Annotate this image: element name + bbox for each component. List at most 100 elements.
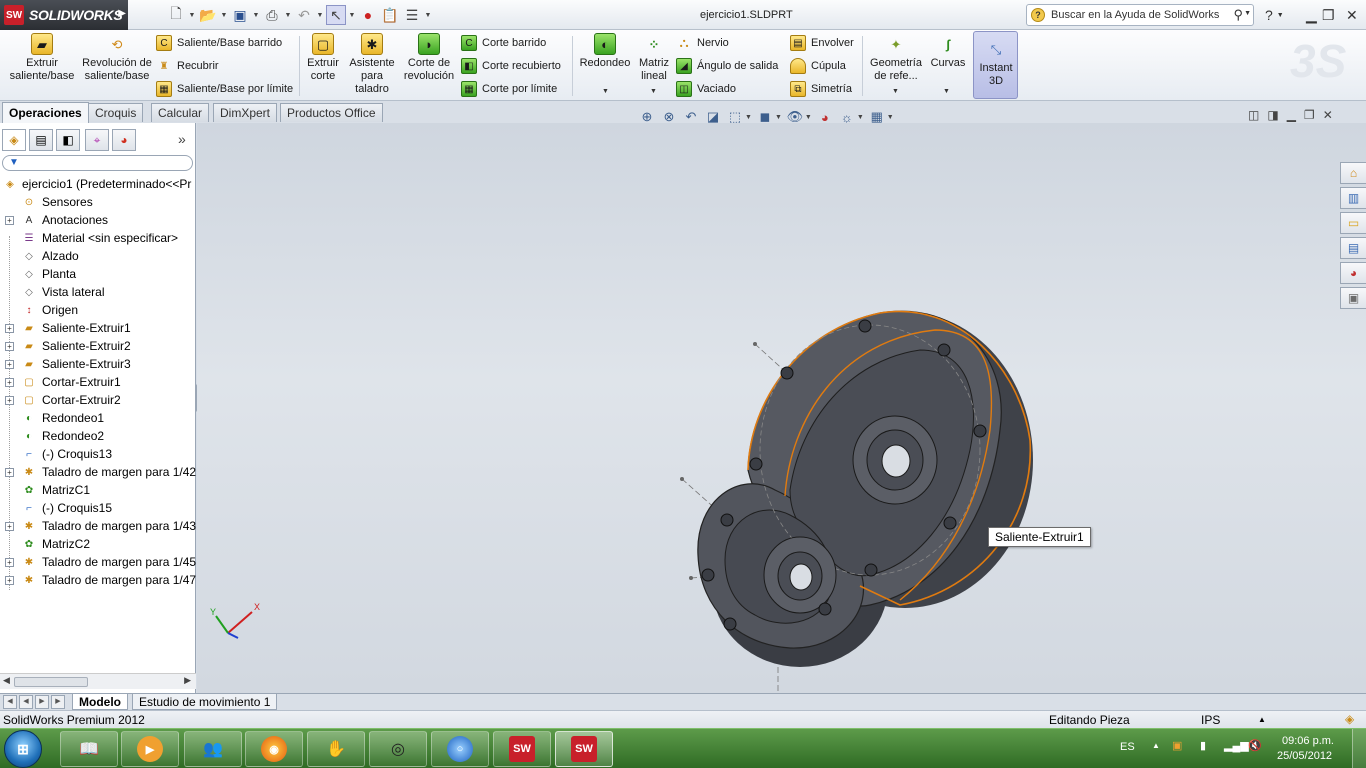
tree-item[interactable]: ↕ Origen [0, 301, 196, 319]
tab-modelo[interactable]: Modelo [72, 694, 128, 710]
open-folder-icon[interactable]: 📂 [198, 5, 218, 25]
bolt-hole[interactable] [943, 516, 957, 530]
bolt-hole[interactable] [780, 366, 794, 380]
tile-vertical-icon[interactable]: ◨ [1267, 108, 1278, 122]
tab-calcular[interactable]: Calcular [151, 103, 210, 122]
loft-boss-button[interactable]: ♜ Recubrir [156, 56, 219, 76]
taskbar-app-google-earth[interactable]: ○ [431, 731, 489, 767]
swept-boss-button[interactable]: C Saliente/Base barrido [156, 33, 282, 53]
chevron-down-icon[interactable]: ▼ [188, 12, 196, 19]
design-library-icon[interactable]: ▥ [1340, 187, 1366, 209]
scroll-thumb[interactable] [14, 677, 88, 687]
tree-item[interactable]: + ✱ Taladro de margen para 1/43 [0, 517, 196, 535]
tree-item[interactable]: + A Anotaciones [0, 211, 196, 229]
chevron-up-icon[interactable]: ▲ [1152, 741, 1160, 750]
scroll-left-icon[interactable]: ◀ [3, 675, 10, 686]
swept-cut-button[interactable]: C Corte barrido [461, 33, 546, 53]
zoom-to-fit-icon[interactable]: ⊕ [638, 108, 656, 126]
tree-item[interactable]: ◇ Planta [0, 265, 196, 283]
taskbar-app-disc[interactable]: ◎ [369, 731, 427, 767]
tree-item[interactable]: + ✱ Taladro de margen para 1/42 [0, 463, 196, 481]
view-settings-icon[interactable]: ▦ [868, 108, 886, 126]
select-pointer-icon[interactable]: ↖ [326, 5, 346, 25]
rib-button[interactable]: ⛬ Nervio [676, 33, 728, 53]
hole-wizard-button[interactable]: ✱ Asistente para taladro [346, 33, 398, 96]
taskbar-app-solidworks-2[interactable]: SW [555, 731, 613, 767]
chevron-down-icon[interactable]: ▼ [252, 12, 260, 19]
curves-button[interactable]: ʃ Curvas [928, 33, 968, 70]
expand-panel-icon[interactable]: » [178, 131, 186, 147]
taskbar-app-book[interactable]: 📖 [60, 731, 118, 767]
reference-geometry-button[interactable]: ✦ Geometría de refe... [868, 33, 924, 83]
expand-icon[interactable]: + [5, 395, 14, 405]
expand-icon[interactable]: + [5, 521, 14, 531]
bolt-hole[interactable] [864, 563, 878, 577]
view-palette-icon[interactable]: ▤ [1340, 237, 1366, 259]
tab-operaciones[interactable]: Operaciones [2, 102, 89, 123]
taskbar-app-solidworks-1[interactable]: SW [493, 731, 551, 767]
start-button-icon[interactable]: ⊞ [4, 730, 42, 768]
model-view[interactable]: X Y [197, 123, 1366, 693]
tree-item[interactable]: + ▰ Saliente-Extruir1 [0, 319, 196, 337]
tree-item[interactable]: ◇ Alzado [0, 247, 196, 265]
tree-item[interactable]: ◐ Redondeo2 [0, 427, 196, 445]
bolt-hole[interactable] [818, 602, 832, 616]
tree-item[interactable]: ⌐ (-) Croquis13 [0, 445, 196, 463]
property-manager-tab-icon[interactable]: ▤ [29, 129, 53, 151]
tile-horizontal-icon[interactable]: ◫ [1248, 108, 1259, 122]
scroll-right-icon[interactable]: ▶ [184, 675, 191, 686]
chevron-down-icon[interactable]: ▼ [348, 12, 356, 19]
expand-icon[interactable]: + [5, 359, 14, 369]
small-bore-hole[interactable] [789, 563, 813, 591]
close-icon[interactable]: ✕ [1323, 108, 1333, 122]
graphics-area[interactable]: X Y [197, 123, 1366, 693]
chevron-up-icon[interactable]: ▲ [1258, 715, 1266, 724]
extrude-boss-button[interactable]: ▰ Extruir saliente/base [8, 33, 76, 83]
bolt-hole[interactable] [937, 343, 951, 357]
unit-system[interactable]: IPS [1201, 713, 1220, 727]
draft-button[interactable]: ◢ Ángulo de salida [676, 56, 778, 76]
tray-app-icon[interactable]: ▣ [1172, 739, 1182, 752]
expand-icon[interactable]: + [5, 377, 14, 387]
print-icon[interactable]: ⎙ [262, 5, 282, 25]
zoom-to-area-icon[interactable]: ⊗ [660, 108, 678, 126]
chevron-down-icon[interactable]: ▼ [805, 114, 812, 121]
expand-icon[interactable]: + [5, 557, 14, 567]
loft-cut-button[interactable]: ◧ Corte recubierto [461, 56, 561, 76]
last-tab-icon[interactable]: ▶ [51, 695, 65, 709]
revolve-cut-button[interactable]: ◗ Corte de revolución [402, 33, 456, 83]
tab-croquis[interactable]: Croquis [88, 103, 144, 122]
save-icon[interactable]: ▣ [230, 5, 250, 25]
tree-item[interactable]: ☰ Material <sin especificar> [0, 229, 196, 247]
new-document-icon[interactable]: 🗋 [166, 5, 186, 25]
tab-dimxpert[interactable]: DimXpert [213, 103, 278, 122]
tree-item[interactable]: + ▰ Saliente-Extruir2 [0, 337, 196, 355]
taskbar-app-media-player[interactable]: ▶ [121, 731, 179, 767]
chevron-down-icon[interactable]: ▼ [650, 88, 657, 95]
edit-appearance-icon[interactable]: ◕ [816, 108, 834, 126]
bolt-hole[interactable] [973, 424, 987, 438]
first-tab-icon[interactable]: ◀ [3, 695, 17, 709]
chevron-down-icon[interactable]: ▼ [1244, 10, 1251, 17]
boundary-boss-button[interactable]: ▦ Saliente/Base por límite [156, 79, 293, 99]
solidworks-resources-icon[interactable]: ⌂ [1340, 162, 1366, 184]
show-desktop-button[interactable] [1352, 729, 1366, 768]
clock-time[interactable]: 09:06 p.m. [1282, 735, 1334, 747]
large-bore-hole[interactable] [881, 444, 911, 478]
taskbar-app-firefox[interactable]: ◉ [245, 731, 303, 767]
chevron-down-icon[interactable]: ▼ [220, 12, 228, 19]
tab-estudio-movimiento[interactable]: Estudio de movimiento 1 [132, 694, 278, 710]
chevron-down-icon[interactable]: ▼ [745, 114, 752, 121]
search-icon[interactable]: ⚲ [1233, 7, 1243, 23]
tree-item[interactable]: ◇ Vista lateral [0, 283, 196, 301]
tree-item[interactable]: + ✱ Taladro de margen para 1/47 [0, 571, 196, 589]
chevron-down-icon[interactable]: ▼ [316, 12, 324, 19]
chevron-down-icon[interactable]: ▼ [424, 12, 432, 19]
expand-icon[interactable]: + [5, 575, 14, 585]
previous-tab-icon[interactable]: ◀ [19, 695, 33, 709]
bolt-hole[interactable] [701, 568, 715, 582]
view-orientation-icon[interactable]: ⬚ [726, 108, 744, 126]
chevron-down-icon[interactable]: ▼ [857, 114, 864, 121]
fillet-button[interactable]: ◐ Redondeo [576, 33, 634, 70]
battery-icon[interactable]: ▮ [1200, 739, 1206, 752]
